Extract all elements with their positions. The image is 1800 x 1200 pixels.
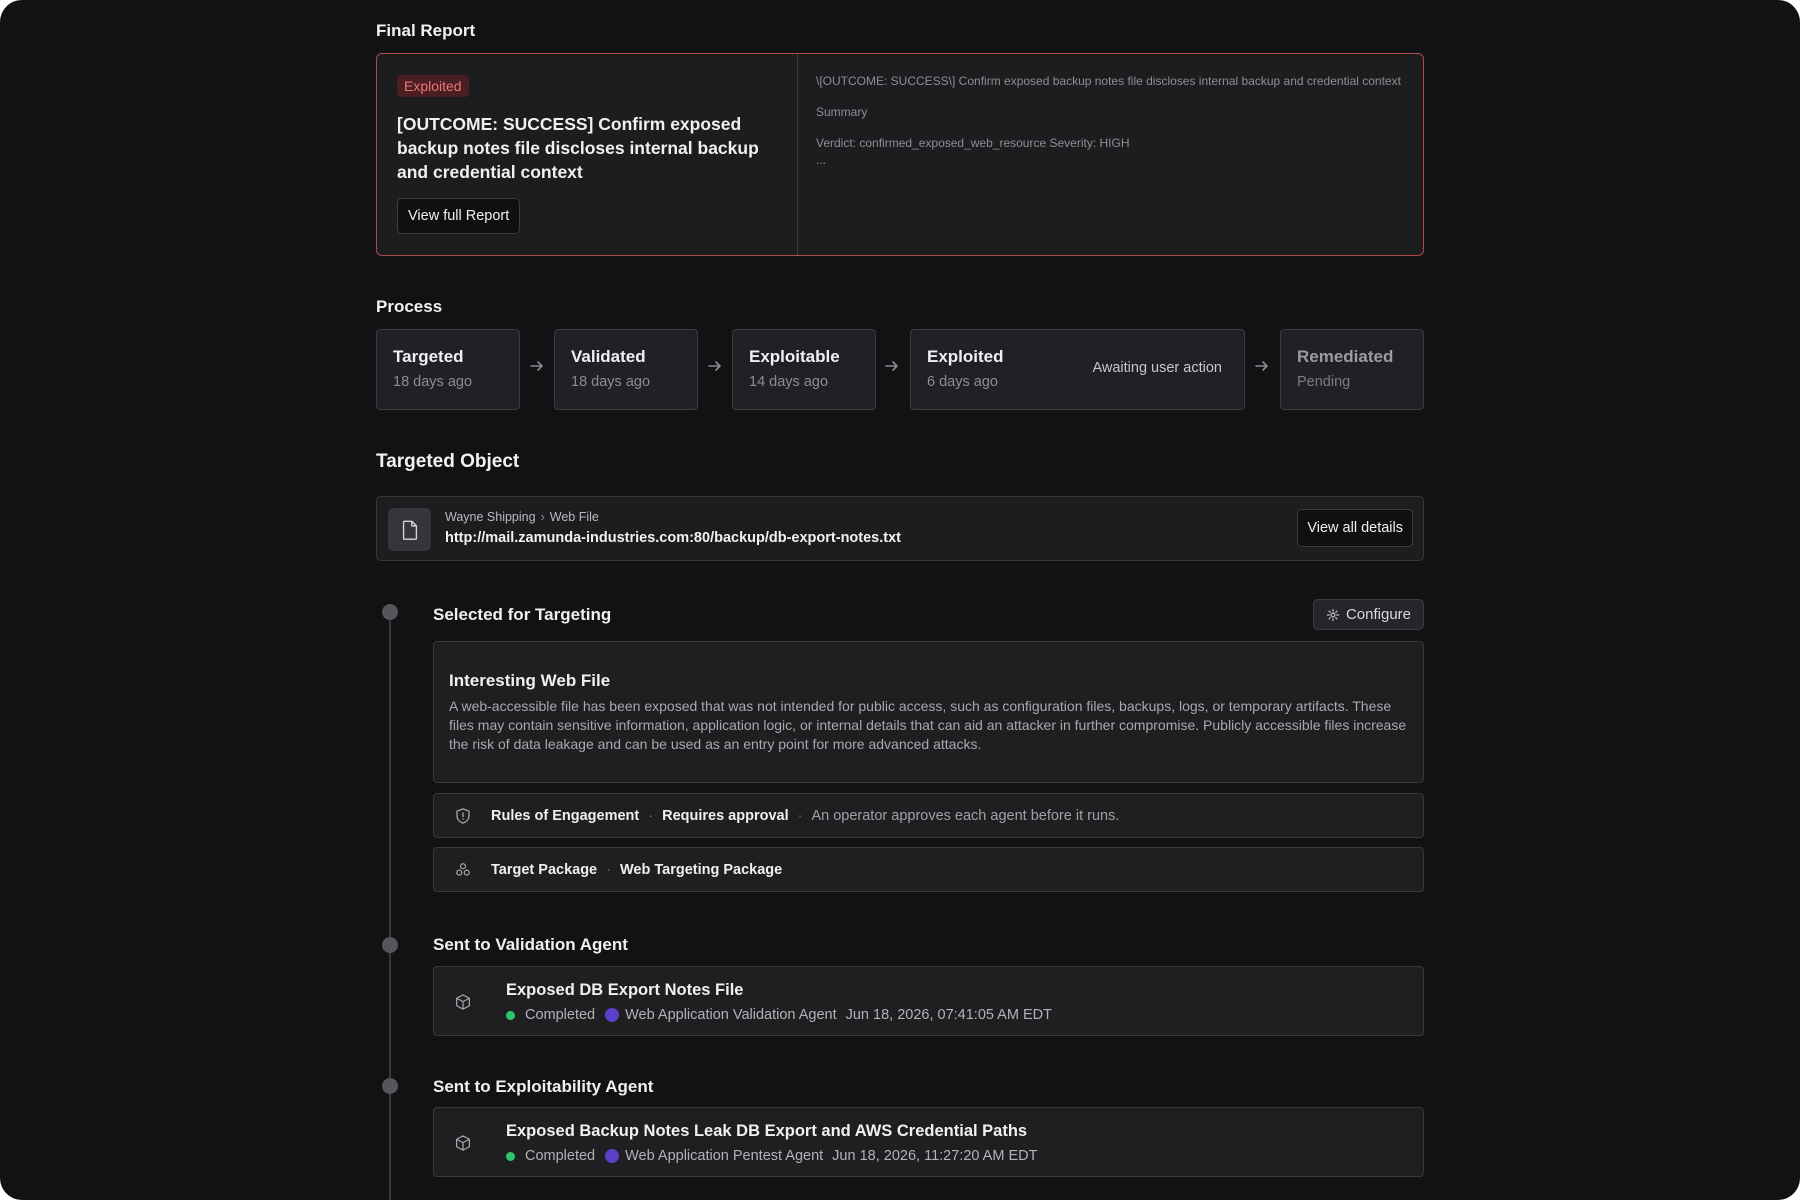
validation-card-title: Exposed DB Export Notes File xyxy=(506,981,744,999)
selected-for-targeting-title: Selected for Targeting xyxy=(433,605,612,624)
report-preview-summary: Summary xyxy=(816,105,868,119)
step-name: Remediated xyxy=(1297,347,1394,366)
step-time: 6 days ago xyxy=(927,374,998,390)
app-window: Final Report Exploited [OUTCOME: SUCCESS… xyxy=(0,0,1800,1200)
roe-note: An operator approves each agent before i… xyxy=(811,807,1120,824)
report-preview-ellipsis: ... xyxy=(816,153,827,167)
arrow-right-icon xyxy=(530,361,543,371)
chevron-right-icon: › xyxy=(540,510,545,524)
final-report-title: [OUTCOME: SUCCESS] Confirm exposed backu… xyxy=(397,114,759,182)
finding-description: A web-accessible file has been exposed t… xyxy=(449,698,1407,752)
final-report-card: Exploited [OUTCOME: SUCCESS] Confirm exp… xyxy=(376,53,1424,256)
step-exploitable[interactable]: Exploitable 14 days ago xyxy=(732,329,876,410)
finding-title: Interesting Web File xyxy=(449,671,611,690)
separator-dot: · xyxy=(648,807,654,824)
step-targeted[interactable]: Targeted 18 days ago xyxy=(376,329,520,410)
agent-name: Web Application Validation Agent xyxy=(625,1007,837,1023)
awaiting-action-label: Awaiting user action xyxy=(1092,360,1222,376)
agent-name: Web Application Pentest Agent xyxy=(625,1148,824,1164)
step-exploited[interactable]: Exploited 6 days ago Awaiting user actio… xyxy=(910,329,1245,410)
exploitability-agent-card[interactable]: Exposed Backup Notes Leak DB Export and … xyxy=(433,1107,1424,1177)
breadcrumb: Wayne Shipping › Web File xyxy=(445,510,599,524)
timeline-dot xyxy=(382,937,398,953)
exploitability-card-meta: Completed Web Application Pentest Agent … xyxy=(506,1148,1037,1164)
configure-button[interactable]: Configure xyxy=(1313,599,1424,630)
status-label: Completed xyxy=(525,1148,596,1164)
view-all-details-button[interactable]: View all details xyxy=(1297,509,1413,547)
exploited-badge: Exploited xyxy=(397,75,469,97)
targeted-object-card: Wayne Shipping › Web File http://mail.zamu… xyxy=(376,496,1424,561)
breadcrumb-item[interactable]: Wayne Shipping xyxy=(445,510,536,524)
final-report-summary: Exploited [OUTCOME: SUCCESS] Confirm exp… xyxy=(377,54,798,255)
final-report-heading: Final Report xyxy=(376,21,476,40)
file-icon xyxy=(388,508,431,551)
arrow-right-icon xyxy=(885,361,898,371)
step-time: Pending xyxy=(1297,374,1351,390)
arrow-right-icon xyxy=(1255,361,1268,371)
finding-card: Interesting Web File A web-accessible fi… xyxy=(433,641,1424,783)
validation-card-meta: Completed Web Application Validation Age… xyxy=(506,1007,1052,1023)
timestamp: Jun 18, 2026, 07:41:05 AM EDT xyxy=(845,1007,1052,1023)
step-time: 14 days ago xyxy=(749,374,829,390)
step-validated[interactable]: Validated 18 days ago xyxy=(554,329,698,410)
final-report-preview[interactable]: \[OUTCOME: SUCCESS\] Confirm exposed bac… xyxy=(798,54,1423,255)
timestamp: Jun 18, 2026, 11:27:20 AM EDT xyxy=(832,1148,1038,1164)
separator-dot: · xyxy=(797,807,803,824)
validation-agent-card[interactable]: Exposed DB Export Notes File Completed W… xyxy=(433,966,1424,1036)
roe-value: Requires approval xyxy=(662,807,789,824)
step-name: Validated xyxy=(571,347,646,366)
agent-bot-icon xyxy=(605,1008,620,1022)
targeted-object-heading: Targeted Object xyxy=(376,451,520,472)
gear-icon xyxy=(1326,608,1340,621)
configure-label: Configure xyxy=(1345,606,1412,623)
step-remediated[interactable]: Remediated Pending xyxy=(1280,329,1424,410)
rules-of-engagement-row[interactable]: Rules of Engagement · Requires approval … xyxy=(433,793,1424,838)
target-url: http://mail.zamunda-industries.com:80/ba… xyxy=(445,530,901,546)
report-preview-outcome: \[OUTCOME: SUCCESS\] Confirm exposed bac… xyxy=(816,74,1401,88)
cube-icon xyxy=(456,994,470,1010)
separator-dot: · xyxy=(606,861,611,878)
agent-bot-icon xyxy=(605,1149,620,1163)
view-full-report-button[interactable]: View full Report xyxy=(397,198,521,234)
status-dot xyxy=(506,1151,515,1161)
breadcrumb-item[interactable]: Web File xyxy=(550,510,599,524)
target-package-row[interactable]: Target Package · Web Targeting Package xyxy=(433,847,1424,892)
package-value: Web Targeting Package xyxy=(619,861,783,878)
arrow-right-icon xyxy=(708,361,721,371)
timeline-dot xyxy=(382,1078,398,1094)
step-time: 18 days ago xyxy=(571,374,651,390)
step-name: Exploitable xyxy=(749,347,840,366)
package-cluster-icon xyxy=(456,862,470,876)
validation-agent-title: Sent to Validation Agent xyxy=(433,935,628,954)
exploitability-agent-title: Sent to Exploitability Agent xyxy=(433,1077,654,1096)
step-name: Targeted xyxy=(393,347,464,366)
report-preview-verdict: Verdict: confirmed_exposed_web_resource … xyxy=(816,136,1130,150)
package-label: Target Package xyxy=(491,861,598,878)
cube-icon xyxy=(456,1135,470,1151)
status-label: Completed xyxy=(525,1007,596,1023)
timeline-dot xyxy=(382,604,398,620)
step-time: 18 days ago xyxy=(393,374,473,390)
roe-label: Rules of Engagement xyxy=(491,807,640,824)
process-heading: Process xyxy=(376,297,443,316)
exploitability-card-title: Exposed Backup Notes Leak DB Export and … xyxy=(506,1122,1028,1140)
status-dot xyxy=(506,1010,515,1020)
shield-icon xyxy=(456,807,470,824)
timeline-line xyxy=(389,620,391,1200)
